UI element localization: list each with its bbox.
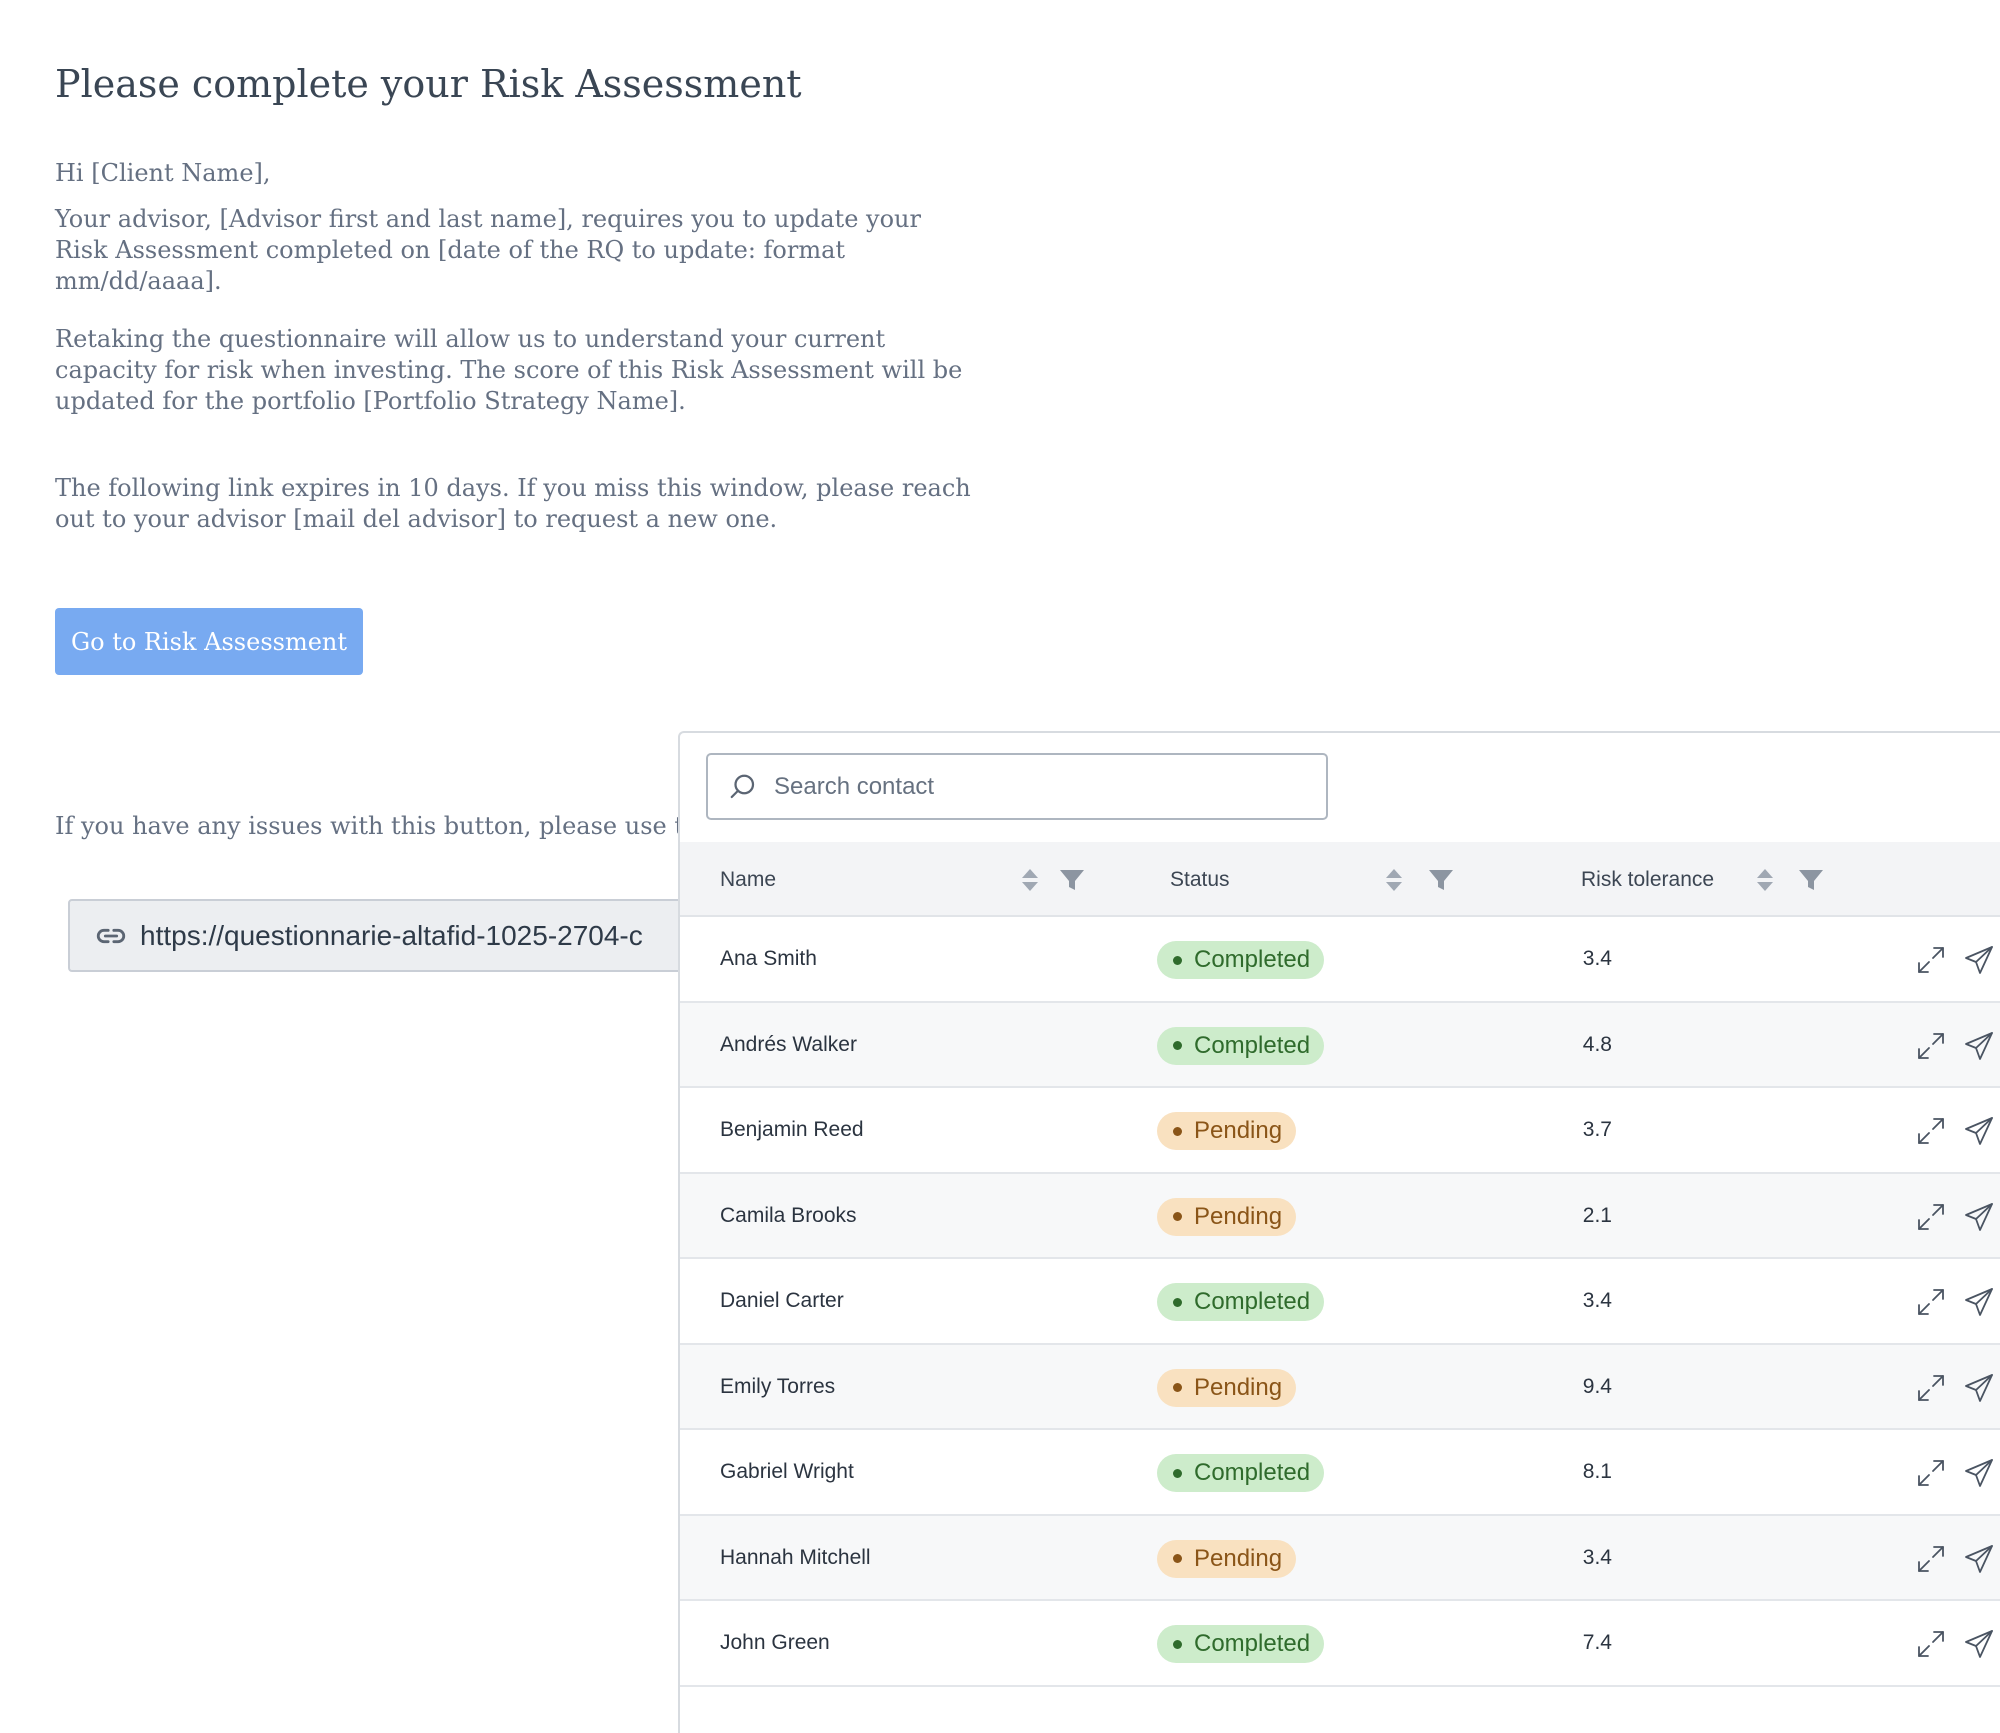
table-row[interactable]: Andrés Walker Completed 4.8 [680,1002,2000,1088]
contact-name: Camila Brooks [720,1203,857,1227]
link-icon [96,928,126,943]
search-icon [730,774,755,798]
status-label: Completed [1194,1459,1311,1486]
table-row[interactable]: Emily Torres Pending 9.4 [680,1344,2000,1430]
risk-tolerance-value: 9.4 [1582,1374,1612,1398]
status-badge: Completed [1157,1283,1325,1321]
contact-name: Hannah Mitchell [720,1545,871,1569]
send-icon[interactable] [1963,1115,1995,1147]
risk-tolerance-value: 3.7 [1582,1118,1612,1141]
sort-risk-icon[interactable] [1753,866,1777,894]
expand-icon[interactable] [1915,1115,1947,1147]
risk-tolerance-value: 3.4 [1582,1545,1612,1569]
status-dot [1173,1554,1182,1563]
send-icon[interactable] [1963,944,1995,976]
status-dot [1173,1212,1182,1221]
status-badge: Pending [1157,1112,1297,1150]
risk-tolerance-value: 8.1 [1582,1460,1612,1483]
email-greeting: Hi [Client Name], [55,159,271,187]
contact-name: Benjamin Reed [720,1118,864,1141]
table-row[interactable]: Benjamin Reed Pending 3.7 [680,1088,2000,1174]
email-title: Please complete your Risk Assessment [55,62,802,106]
contact-name: Gabriel Wright [720,1460,854,1483]
sort-status-icon[interactable] [1382,866,1406,894]
risk-tolerance-value: 7.4 [1582,1631,1612,1654]
go-to-risk-assessment-button[interactable]: Go to Risk Assessment [55,608,363,675]
risk-tolerance-value: 2.1 [1582,1203,1612,1227]
table-row[interactable]: John Green Completed 7.4 [680,1601,2000,1687]
expand-icon[interactable] [1915,1628,1947,1660]
fallback-instructions: If you have any issues with this button,… [55,812,745,840]
status-badge: Pending [1157,1539,1297,1578]
table-row[interactable]: Gabriel Wright Completed 8.1 [680,1430,2000,1516]
filter-risk-icon[interactable] [1797,866,1825,894]
email-paragraph-1: Your advisor, [Advisor first and last na… [55,205,921,295]
send-icon[interactable] [1963,1286,1995,1318]
contact-name: Emily Torres [720,1374,836,1398]
expand-icon[interactable] [1915,1372,1947,1404]
sort-name-icon[interactable] [1018,866,1042,894]
send-icon[interactable] [1963,1372,1995,1404]
risk-tolerance-value: 4.8 [1582,1032,1612,1056]
column-header-status: Status [1170,868,1230,891]
status-label: Pending [1194,1373,1283,1401]
contact-list-panel: Name Status Risk tolerance Ana Smith C [678,731,2000,1733]
expand-icon[interactable] [1915,944,1947,976]
status-badge: Completed [1157,1625,1325,1663]
search-contact-input[interactable] [772,771,1276,802]
expand-icon[interactable] [1915,1286,1947,1318]
risk-tolerance-value: 3.4 [1582,1289,1612,1312]
status-label: Pending [1194,1202,1283,1230]
status-dot [1173,1468,1182,1478]
column-header-name: Name [720,868,777,891]
send-icon[interactable] [1963,1457,1995,1489]
email-paragraph-2: Retaking the questionnaire will allow us… [55,325,963,415]
status-dot [1173,1126,1182,1136]
table-row[interactable]: Hannah Mitchell Pending 3.4 [680,1515,2000,1601]
status-dot [1173,1041,1182,1050]
contact-name: Daniel Carter [720,1289,844,1312]
expand-icon[interactable] [1915,1457,1947,1489]
status-label: Completed [1194,946,1311,973]
table-row[interactable]: Ana Smith Completed 3.4 [680,917,2000,1003]
send-icon[interactable] [1963,1628,1995,1660]
contacts-table-body: Ana Smith Completed 3.4 Andrés Walker Co… [680,917,2000,1687]
table-row[interactable]: Camila Brooks Pending 2.1 [680,1173,2000,1259]
column-header-risk-tolerance: Risk tolerance [1581,868,1715,891]
search-contact-box[interactable] [706,753,1328,820]
contact-name: Ana Smith [720,947,817,970]
expand-icon[interactable] [1915,1201,1947,1233]
filter-name-icon[interactable] [1058,866,1086,894]
status-label: Pending [1194,1544,1283,1572]
assessment-link[interactable]: https://questionnarie-altafid-1025-2704-… [68,899,768,972]
filter-status-icon[interactable] [1427,866,1455,894]
risk-tolerance-value: 3.4 [1582,947,1612,970]
status-badge: Completed [1157,1026,1325,1065]
status-badge: Pending [1157,1197,1297,1236]
contact-name: Andrés Walker [720,1032,857,1056]
expand-icon[interactable] [1915,1030,1947,1062]
status-badge: Completed [1157,1454,1325,1492]
status-dot [1173,1383,1182,1392]
send-icon[interactable] [1963,1543,1995,1575]
status-dot [1173,1297,1182,1307]
contact-name: John Green [720,1631,830,1654]
status-dot [1173,955,1182,965]
table-row[interactable]: Daniel Carter Completed 3.4 [680,1259,2000,1345]
expand-icon[interactable] [1915,1543,1947,1575]
email-paragraph-3: The following link expires in 10 days. I… [55,474,971,533]
status-badge: Pending [1157,1368,1297,1407]
status-badge: Completed [1157,941,1325,979]
status-label: Pending [1194,1117,1283,1144]
status-dot [1173,1639,1182,1649]
contacts-table-header: Name Status Risk tolerance [680,842,2000,917]
status-label: Completed [1194,1031,1311,1059]
status-label: Completed [1194,1630,1311,1657]
send-icon[interactable] [1963,1201,1995,1233]
status-label: Completed [1194,1288,1311,1315]
send-icon[interactable] [1963,1030,1995,1062]
assessment-link-url: https://questionnarie-altafid-1025-2704-… [140,919,643,951]
